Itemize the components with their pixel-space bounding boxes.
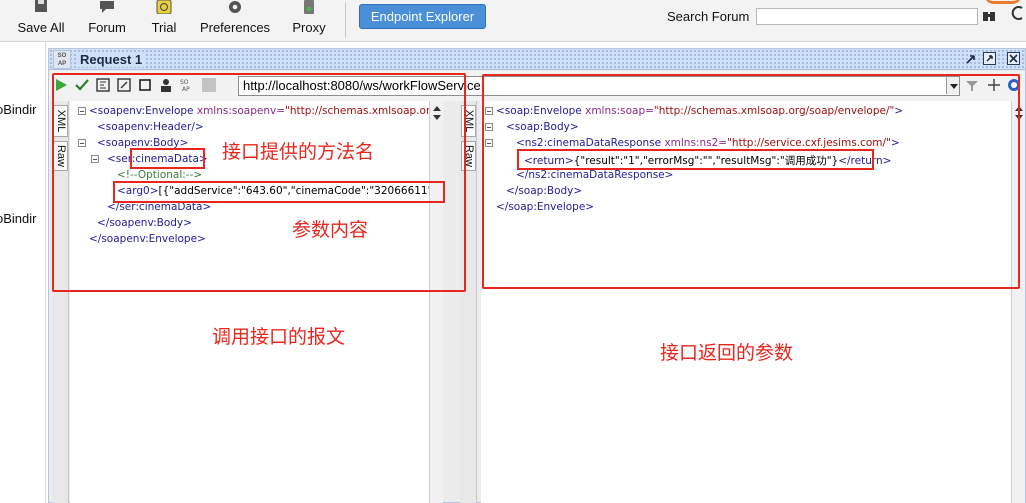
forum-icon <box>100 1 114 13</box>
help-icon[interactable] <box>1010 4 1024 32</box>
save-all-button[interactable]: Save All <box>12 0 70 42</box>
minimize-icon[interactable] <box>965 52 978 65</box>
endpoint-explorer-button[interactable]: Endpoint Explorer <box>359 4 486 29</box>
proxy-label: Proxy <box>292 20 326 35</box>
response-highlight-box <box>482 74 1020 289</box>
maximize-icon[interactable] <box>983 52 996 65</box>
request-message-annotation: 调用接口的报文 <box>212 326 346 348</box>
request-title: Request 1 <box>77 52 146 67</box>
search-forum-input[interactable] <box>756 8 978 25</box>
navigator-item[interactable]: oBindir <box>0 102 36 117</box>
return-value-box <box>517 149 874 170</box>
navigator-panel: oBindir oBindir <box>0 42 46 503</box>
trial-button[interactable]: Trial <box>144 0 184 42</box>
soap-logo-icon: SO AP <box>53 50 71 69</box>
forum-button[interactable]: Forum <box>82 0 132 42</box>
navigator-item[interactable]: oBindir <box>0 211 36 226</box>
preferences-button[interactable]: Preferences <box>198 0 272 42</box>
binoculars-icon[interactable] <box>982 9 996 23</box>
search-forum-label: Search Forum <box>667 9 750 24</box>
gear-icon <box>229 1 241 13</box>
toolbar-separator <box>345 2 346 38</box>
close-icon[interactable] <box>1007 52 1020 65</box>
forum-label: Forum <box>88 20 126 35</box>
trial-label: Trial <box>151 20 177 35</box>
save-all-label: Save All <box>17 20 65 35</box>
trial-icon <box>156 0 172 14</box>
response-params-annotation: 接口返回的参数 <box>660 342 794 364</box>
main-toolbar: Save All Forum Trial Preferences Proxy E… <box>0 0 1026 42</box>
proxy-icon <box>304 0 314 14</box>
proxy-button[interactable]: Proxy <box>288 0 330 42</box>
request-title-bar: SO AP Request 1 <box>49 49 1025 70</box>
preferences-label: Preferences <box>199 20 271 35</box>
param-content-annotation: 参数内容 <box>292 219 369 241</box>
method-name-annotation: 接口提供的方法名 <box>222 141 375 163</box>
method-name-box <box>130 148 205 169</box>
param-content-box <box>113 181 445 203</box>
save-all-icon <box>35 0 47 12</box>
